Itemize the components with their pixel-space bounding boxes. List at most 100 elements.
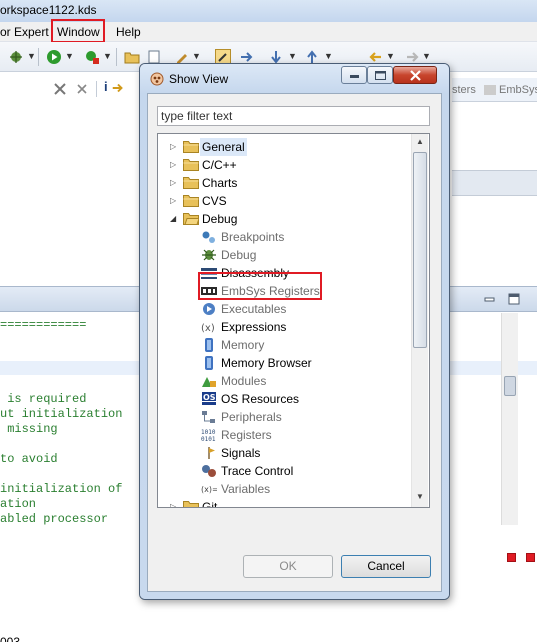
memory-icon — [205, 338, 213, 352]
chevron-down-icon[interactable]: ▼ — [103, 51, 112, 61]
folder-icon — [183, 501, 199, 507]
tree-item-trace-control[interactable]: Trace Control — [158, 462, 411, 480]
expand-arrow-icon[interactable]: ▷ — [170, 192, 176, 210]
menu-help[interactable]: Help — [116, 25, 141, 39]
chevron-down-icon[interactable]: ▼ — [65, 51, 74, 61]
tree-item-general[interactable]: ▷ General — [158, 138, 411, 156]
tree-item-git[interactable]: ▷ Git — [158, 498, 411, 508]
svg-text:1010: 1010 — [201, 429, 216, 436]
close-icon — [410, 70, 421, 81]
tab-embsys[interactable]: EmbSys — [499, 84, 537, 96]
tab-registers[interactable]: sters — [452, 84, 476, 96]
expand-arrow-icon[interactable]: ▷ — [170, 174, 176, 192]
view-toolbar: i — [0, 77, 140, 101]
tree-label: Debug — [221, 248, 257, 262]
maximize-icon — [375, 71, 386, 80]
chevron-down-icon[interactable]: ▼ — [27, 51, 36, 61]
tree-label: Git — [202, 500, 218, 508]
tree-item-peripherals[interactable]: Peripherals — [158, 408, 411, 426]
modules-icon — [202, 377, 216, 387]
remove-all-icon[interactable] — [52, 81, 68, 97]
expressions-icon: (x) — [201, 323, 215, 334]
svg-text:(x)=: (x)= — [201, 485, 217, 494]
menu-run-expert[interactable]: or Expert — [0, 25, 49, 39]
expand-arrow-icon[interactable]: ▷ — [170, 498, 176, 507]
console-line: ============ — [0, 318, 87, 332]
dialog-close-button[interactable] — [393, 66, 437, 84]
run-icon[interactable] — [46, 49, 62, 65]
tree-item-c-cpp[interactable]: ▷ C/C++ — [158, 156, 411, 174]
chevron-down-icon[interactable]: ▼ — [288, 51, 297, 61]
debug-config-icon[interactable] — [8, 49, 24, 65]
signals-icon — [208, 447, 215, 459]
show-view-icon — [150, 72, 164, 86]
chevron-down-icon[interactable]: ▼ — [386, 51, 395, 61]
tree-scroll-thumb[interactable] — [413, 152, 427, 348]
tree-item-signals[interactable]: Signals — [158, 444, 411, 462]
toolbar-separator — [116, 48, 117, 66]
os-resources-icon: OS — [202, 392, 216, 405]
tree-item-cvs[interactable]: ▷ CVS — [158, 192, 411, 210]
tree-label: Trace Control — [221, 464, 294, 478]
console-line: to avoid — [0, 452, 58, 466]
tree-item-memory-browser[interactable]: Memory Browser — [158, 354, 411, 372]
folder-icon — [183, 177, 199, 189]
tree-label: Peripherals — [221, 410, 282, 424]
dialog-minimize-button[interactable] — [341, 66, 367, 84]
tree-item-os-resources[interactable]: OS OS Resources — [158, 390, 411, 408]
tree-item-breakpoints[interactable]: Breakpoints — [158, 228, 411, 246]
chevron-down-icon[interactable]: ▼ — [324, 51, 333, 61]
terminate-icon[interactable] — [526, 553, 535, 562]
console-line: ut initialization — [0, 407, 123, 421]
tree-label: Registers — [221, 428, 272, 442]
tree-label: CVS — [202, 194, 227, 208]
open-folder-icon[interactable] — [124, 49, 140, 65]
scroll-up-icon[interactable]: ▲ — [416, 137, 424, 146]
tree-item-charts[interactable]: ▷ Charts — [158, 174, 411, 192]
console-scroll-thumb[interactable] — [504, 376, 516, 396]
chevron-down-icon[interactable]: ▼ — [192, 51, 201, 61]
expand-arrow-icon[interactable]: ▷ — [170, 138, 176, 156]
scroll-down-icon[interactable]: ▼ — [416, 492, 424, 501]
external-tools-icon[interactable] — [84, 49, 100, 65]
tree-item-variables[interactable]: (x)= Variables — [158, 480, 411, 498]
tree-scrollbar[interactable]: ▲ ▼ — [411, 134, 428, 507]
folder-icon — [183, 195, 199, 207]
collapse-arrow-icon[interactable]: ◢ — [170, 210, 176, 228]
step-arrow-icon[interactable] — [111, 81, 125, 95]
tree-item-debug[interactable]: Debug — [158, 246, 411, 264]
chevron-down-icon[interactable]: ▼ — [422, 51, 431, 61]
tree-label: Debug — [202, 212, 238, 226]
trace-control-icon — [202, 465, 216, 477]
terminate-icon[interactable] — [507, 553, 516, 562]
console-scrollbar[interactable] — [501, 313, 518, 525]
tree-item-executables[interactable]: Executables — [158, 300, 411, 318]
remove-icon[interactable] — [74, 81, 90, 97]
filter-input[interactable] — [157, 106, 430, 126]
console-line: missing — [0, 422, 58, 436]
maximize-icon[interactable] — [508, 293, 520, 305]
window-title: orkspace1122.kds — [0, 3, 97, 17]
dialog-maximize-button[interactable] — [367, 66, 393, 84]
view-tree[interactable]: ▷ General ▷ C/C++ ▷ Charts ▷ CVS ◢ Debug… — [157, 133, 430, 508]
tree-item-memory[interactable]: Memory — [158, 336, 411, 354]
tree-item-modules[interactable]: Modules — [158, 372, 411, 390]
dialog-frame: Show View ▷ General ▷ C/C++ — [140, 64, 449, 599]
tree-item-debug-folder[interactable]: ◢ Debug — [158, 210, 411, 228]
tree-item-registers[interactable]: 1010 0101 Registers — [158, 426, 411, 444]
step-into-icon[interactable]: i — [104, 79, 108, 94]
expand-arrow-icon[interactable]: ▷ — [170, 156, 176, 174]
embsys-registers-highlight — [198, 272, 322, 300]
registers-icon: 10100101 — [201, 429, 216, 442]
ok-button[interactable]: OK — [243, 555, 333, 578]
tree-item-expressions[interactable]: (x) Expressions — [158, 318, 411, 336]
tree-label: Expressions — [221, 320, 287, 334]
tree-label: Memory Browser — [221, 356, 312, 370]
tree-label: Breakpoints — [221, 230, 285, 244]
svg-text:(x): (x) — [201, 323, 215, 334]
minimize-icon — [350, 75, 359, 78]
cancel-button[interactable]: Cancel — [341, 555, 431, 578]
minimize-icon[interactable] — [484, 294, 495, 305]
dialog-title: Show View — [169, 72, 229, 86]
executables-icon — [203, 303, 215, 315]
